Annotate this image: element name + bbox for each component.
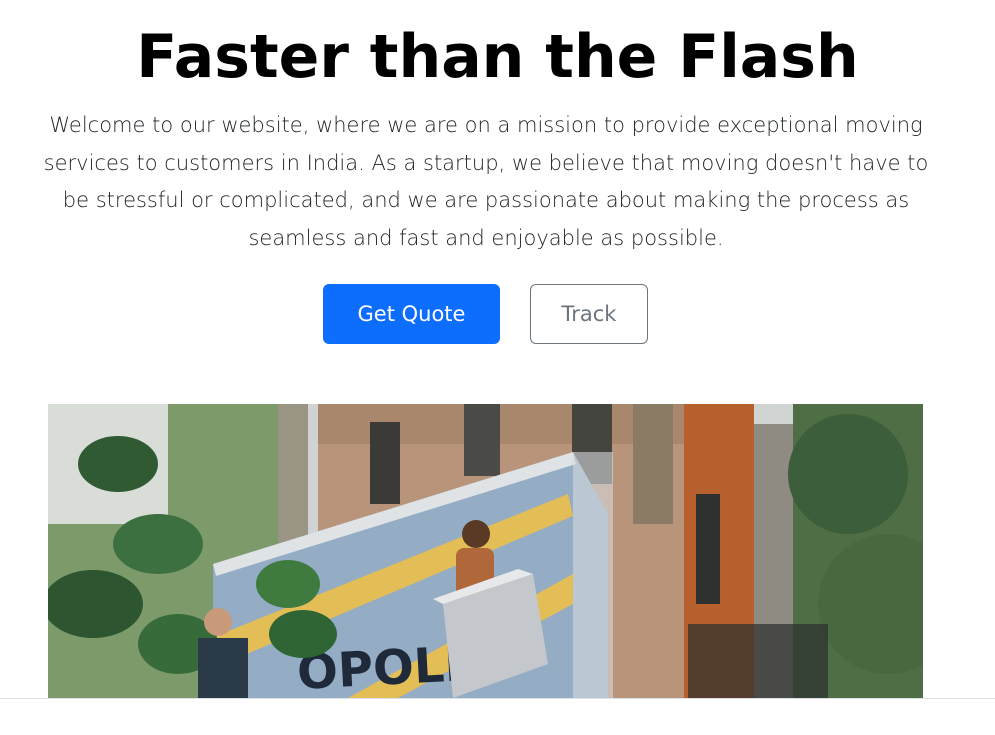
- hero-section: Faster than the Flash Welcome to our web…: [0, 0, 995, 735]
- get-quote-button[interactable]: Get Quote: [323, 284, 500, 344]
- section-divider: [0, 698, 995, 699]
- hero-title: Faster than the Flash: [136, 22, 859, 92]
- hero-lead-text: Welcome to our website, where we are on …: [43, 113, 929, 250]
- moving-truck-image: OPOLIS: [48, 404, 923, 698]
- track-button[interactable]: Track: [530, 284, 648, 344]
